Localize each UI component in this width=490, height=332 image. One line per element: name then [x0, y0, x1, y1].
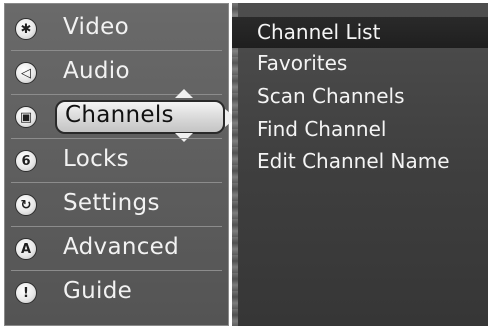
menu-item-label: Video	[63, 14, 129, 40]
submenu-item-label: Edit Channel Name	[257, 149, 450, 173]
divider	[11, 50, 222, 51]
menu-item-label: Settings	[63, 190, 160, 216]
menu-item-label: Locks	[63, 146, 129, 172]
divider	[11, 138, 222, 139]
submenu-panel: Channel List Favorites Scan Channels Fin…	[232, 3, 488, 326]
menu-item-guide[interactable]: ! Guide	[5, 272, 228, 315]
audio-icon: ◁	[15, 62, 37, 84]
menu-item-locks[interactable]: 6 Locks	[5, 140, 228, 183]
menu-item-advanced[interactable]: A Advanced	[5, 228, 228, 271]
main-menu: ✱ Video ◁ Audio ▣ Channels 6 Locks ↻ Set…	[4, 3, 236, 326]
menu-item-audio[interactable]: ◁ Audio	[5, 52, 228, 95]
divider	[11, 270, 222, 271]
video-icon: ✱	[15, 18, 37, 40]
submenu-item-edit-channel-name[interactable]: Edit Channel Name	[232, 146, 488, 177]
menu-item-label: Audio	[63, 58, 130, 84]
submenu-item-find-channel[interactable]: Find Channel	[232, 114, 488, 145]
menu-item-label: Guide	[63, 278, 133, 304]
divider	[11, 226, 222, 227]
menu-item-channels[interactable]: ▣ Channels	[5, 89, 236, 142]
menu-item-label: Advanced	[63, 234, 180, 260]
tv-menu-screen: ✱ Video ◁ Audio ▣ Channels 6 Locks ↻ Set…	[0, 0, 490, 332]
menu-item-video[interactable]: ✱ Video	[5, 8, 228, 51]
divider	[11, 182, 222, 183]
submenu-item-label: Find Channel	[257, 117, 387, 141]
lock-icon: 6	[15, 150, 37, 172]
submenu-item-label: Favorites	[257, 51, 348, 75]
submenu-item-favorites[interactable]: Favorites	[232, 48, 488, 79]
submenu-item-label: Channel List	[257, 20, 381, 44]
menu-item-settings[interactable]: ↻ Settings	[5, 184, 228, 227]
chevron-up-icon[interactable]	[175, 89, 193, 98]
advanced-icon: A	[15, 238, 37, 260]
submenu-item-label: Scan Channels	[257, 84, 405, 108]
submenu-item-scan-channels[interactable]: Scan Channels	[232, 81, 488, 112]
menu-item-label: Channels	[65, 102, 174, 128]
submenu-item-channel-list[interactable]: Channel List	[232, 17, 488, 48]
guide-icon: !	[15, 282, 37, 304]
settings-icon: ↻	[15, 194, 37, 216]
tv-icon: ▣	[15, 106, 37, 128]
